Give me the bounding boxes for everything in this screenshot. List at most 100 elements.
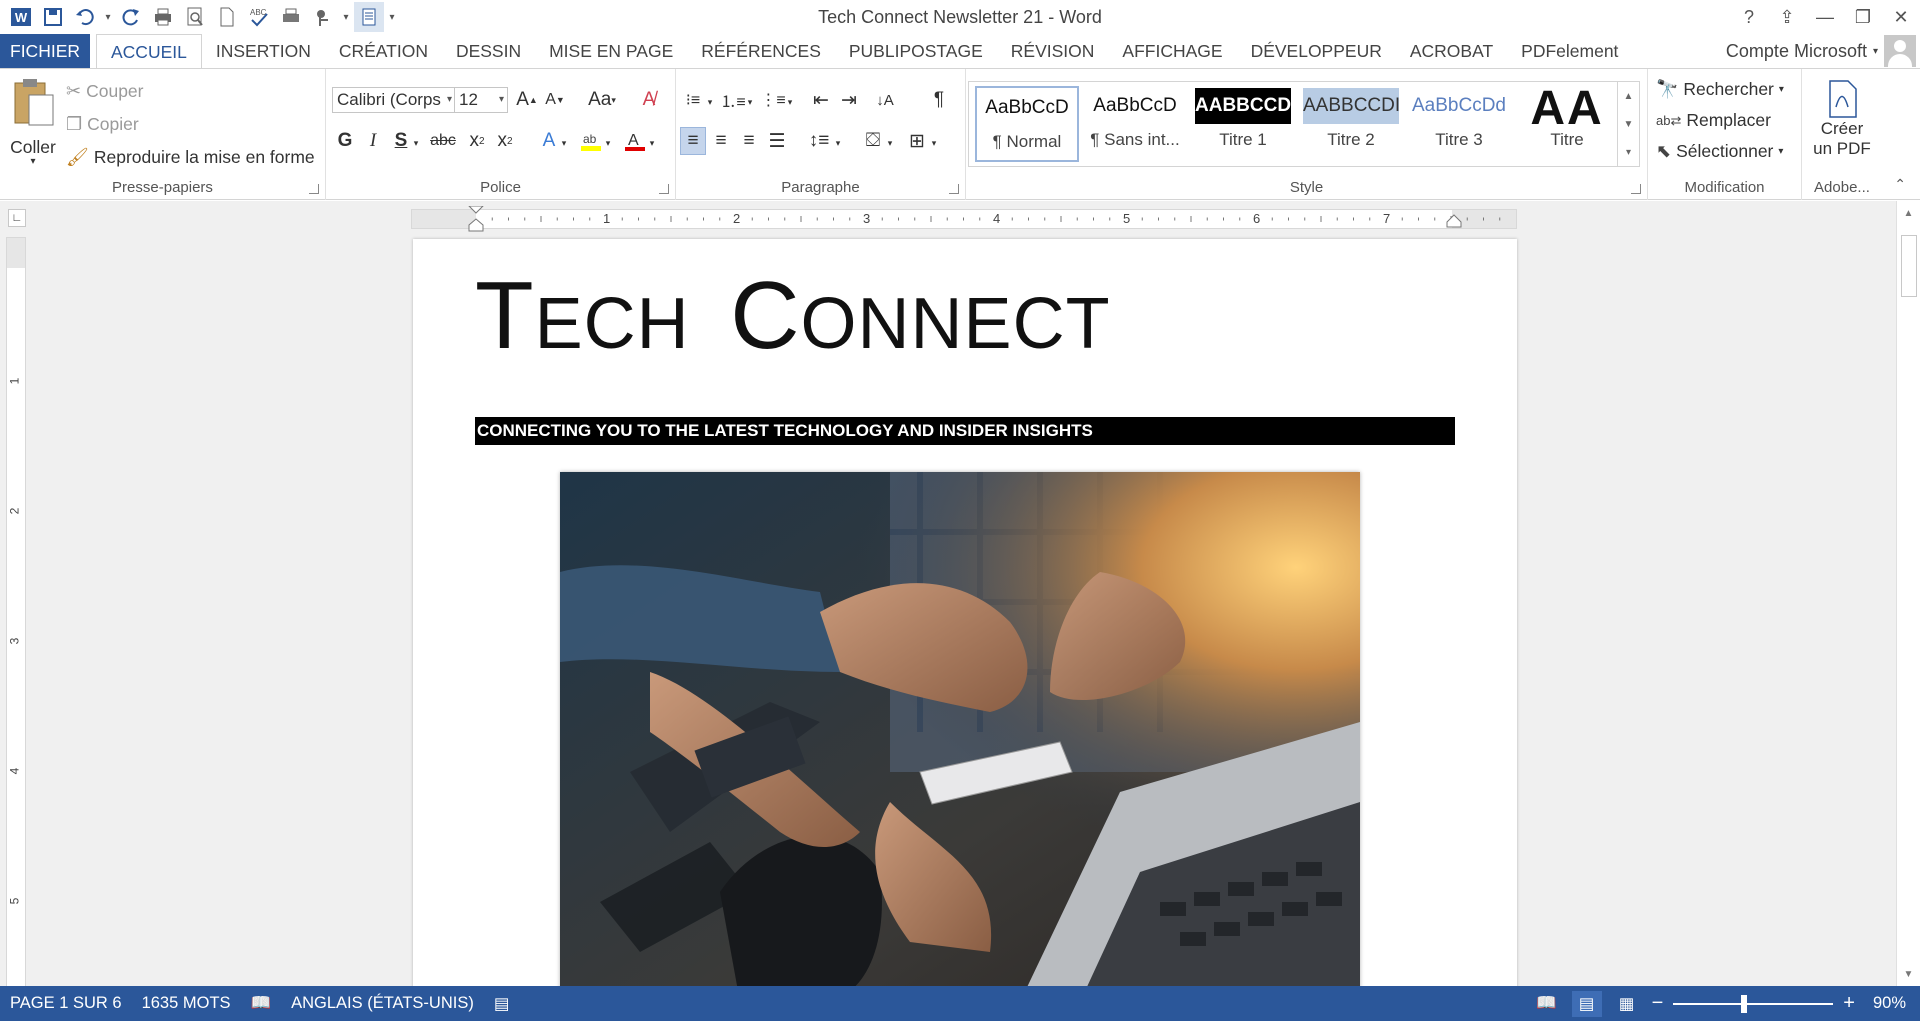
newsletter-title[interactable]: TECH CONNECT — [475, 261, 1111, 371]
clear-formatting-icon[interactable]: A̸ — [636, 86, 662, 114]
quick-print-icon[interactable] — [276, 2, 306, 32]
undo-dropdown-icon[interactable]: ▾ — [102, 12, 114, 23]
subtitle-banner[interactable]: CONNECTING YOU TO THE LATEST TECHNOLOGY … — [475, 417, 1455, 445]
new-document-icon[interactable] — [212, 2, 242, 32]
bold-button[interactable]: G — [332, 127, 358, 155]
account-label[interactable]: Compte Microsoft — [1726, 41, 1867, 62]
tab-dessin[interactable]: DESSIN — [442, 34, 535, 68]
text-effects-dropdown-icon[interactable]: ▾ — [558, 129, 570, 157]
tab-selector-icon[interactable]: ∟ — [8, 209, 26, 227]
tab-mise-en-page[interactable]: MISE EN PAGE — [535, 34, 687, 68]
bullets-dropdown-icon[interactable]: ▾ — [704, 88, 716, 116]
proofing-icon[interactable]: 📖 — [241, 994, 282, 1013]
customize-qat-icon[interactable]: ▾ — [386, 12, 398, 23]
increase-indent-icon[interactable]: ⇥ — [836, 86, 862, 114]
underline-dropdown-icon[interactable]: ▾ — [410, 129, 422, 157]
close-icon[interactable]: ✕ — [1882, 0, 1920, 34]
line-spacing-icon[interactable]: ↕≡ — [806, 127, 832, 155]
font-color-dropdown-icon[interactable]: ▾ — [646, 129, 658, 157]
grow-font-icon[interactable]: A ▲ — [514, 86, 540, 114]
change-case-button[interactable]: Aa ▾ — [582, 86, 622, 114]
tab-fichier[interactable]: FICHIER — [0, 34, 90, 68]
strikethrough-button[interactable]: abc — [426, 127, 460, 155]
account-dropdown-icon[interactable]: ▾ — [1873, 46, 1878, 57]
tab-publipostage[interactable]: PUBLIPOSTAGE — [835, 34, 997, 68]
borders-dropdown-icon[interactable]: ▾ — [928, 129, 940, 157]
subscript-button[interactable]: x2 — [464, 127, 490, 155]
italic-button[interactable]: I — [360, 127, 386, 155]
paste-button[interactable]: Coller ▾ — [8, 75, 58, 167]
vertical-scrollbar[interactable]: ▲ ▼ — [1896, 201, 1920, 986]
touch-dropdown-icon[interactable]: ▾ — [340, 12, 352, 23]
font-name-dropdown-icon[interactable]: ▾ — [447, 88, 452, 112]
tab-accueil[interactable]: ACCUEIL — [96, 34, 202, 68]
find-dropdown-icon[interactable]: ▾ — [1779, 84, 1784, 95]
touch-mode-icon[interactable] — [308, 2, 338, 32]
redo-icon[interactable] — [116, 2, 146, 32]
align-center-icon[interactable]: ≡ — [708, 127, 734, 155]
word-count[interactable]: 1635 MOTS — [132, 994, 241, 1013]
print-icon[interactable] — [148, 2, 178, 32]
undo-icon[interactable] — [70, 2, 100, 32]
borders-icon[interactable]: ⊞ — [904, 127, 930, 155]
print-preview-icon[interactable] — [180, 2, 210, 32]
styles-launcher-icon[interactable] — [1631, 184, 1641, 194]
language-indicator[interactable]: ANGLAIS (ÉTATS-UNIS) — [281, 994, 484, 1013]
numbering-dropdown-icon[interactable]: ▾ — [744, 88, 756, 116]
font-size-select[interactable]: 12 ▾ — [454, 87, 508, 113]
font-color-icon[interactable]: A — [622, 127, 648, 155]
numbering-icon[interactable]: ⒈≡ — [720, 86, 746, 114]
scroll-up-icon[interactable]: ▲ — [1897, 201, 1920, 225]
tab-revision[interactable]: RÉVISION — [997, 34, 1109, 68]
restore-icon[interactable]: ❐ — [1844, 0, 1882, 34]
right-indent-marker-icon[interactable] — [1446, 214, 1462, 228]
collapse-ribbon-icon[interactable]: ⌃ — [1894, 176, 1906, 193]
replace-button[interactable]: ab⇄ Remplacer — [1656, 110, 1771, 131]
shading-dropdown-icon[interactable]: ▾ — [884, 129, 896, 157]
multilevel-list-icon[interactable]: ⋮≡ — [760, 86, 786, 114]
highlight-color-icon[interactable]: ab — [578, 127, 604, 155]
page-count[interactable]: PAGE 1 SUR 6 — [0, 994, 132, 1013]
tab-references[interactable]: RÉFÉRENCES — [687, 34, 835, 68]
select-dropdown-icon[interactable]: ▾ — [1778, 146, 1783, 157]
shrink-font-icon[interactable]: A ▼ — [542, 86, 568, 114]
read-mode-icon[interactable]: 📖 — [1532, 991, 1562, 1017]
clipboard-launcher-icon[interactable] — [309, 184, 319, 194]
superscript-button[interactable]: x2 — [492, 127, 518, 155]
select-button[interactable]: ⬉ Sélectionner ▾ — [1656, 141, 1783, 162]
show-formatting-marks-icon[interactable]: ¶ — [926, 86, 952, 114]
avatar[interactable] — [1884, 35, 1916, 67]
account-area[interactable]: Compte Microsoft ▾ — [1726, 34, 1920, 68]
shading-icon[interactable]: ⛋ — [860, 127, 886, 155]
bullets-icon[interactable]: ⁝≡ — [680, 86, 706, 114]
zoom-out-icon[interactable]: − — [1652, 992, 1664, 1015]
decrease-indent-icon[interactable]: ⇤ — [808, 86, 834, 114]
ribbon-display-icon[interactable]: ⇪ — [1768, 0, 1806, 34]
page-layout-icon[interactable] — [354, 2, 384, 32]
indent-marker-icon[interactable] — [468, 206, 484, 232]
paste-dropdown-icon[interactable]: ▾ — [30, 156, 35, 167]
save-icon[interactable] — [38, 2, 68, 32]
multilevel-dropdown-icon[interactable]: ▾ — [784, 88, 796, 116]
minimize-icon[interactable]: — — [1806, 0, 1844, 34]
align-left-icon[interactable]: ≡ — [680, 127, 706, 155]
horizontal-ruler[interactable]: 1 2 3 4 5 6 7 — [411, 206, 1517, 232]
vertical-ruler[interactable]: 1 2 3 4 5 — [6, 237, 26, 986]
tab-acrobat[interactable]: ACROBAT — [1396, 34, 1507, 68]
scroll-thumb[interactable] — [1901, 235, 1917, 297]
scroll-down-icon[interactable]: ▼ — [1897, 962, 1920, 986]
help-button[interactable]: ? — [1730, 0, 1768, 34]
font-name-select[interactable]: Calibri (Corps ▾ — [332, 87, 456, 113]
zoom-slider[interactable] — [1673, 994, 1834, 1013]
justify-icon[interactable]: ☰ — [764, 127, 790, 155]
paragraph-launcher-icon[interactable] — [949, 184, 959, 194]
macro-recording-icon[interactable]: ▤ — [484, 994, 520, 1014]
tab-affichage[interactable]: AFFICHAGE — [1108, 34, 1236, 68]
tab-insertion[interactable]: INSERTION — [202, 34, 325, 68]
zoom-level[interactable]: 90% — [1873, 994, 1906, 1013]
hero-photo[interactable] — [560, 472, 1360, 986]
create-pdf-button[interactable]: Créer un PDF — [1808, 79, 1876, 159]
align-right-icon[interactable]: ≡ — [736, 127, 762, 155]
find-button[interactable]: 🔭 Rechercher ▾ — [1656, 79, 1784, 100]
document-page[interactable]: TECH CONNECT CONNECTING YOU TO THE LATES… — [413, 239, 1517, 986]
